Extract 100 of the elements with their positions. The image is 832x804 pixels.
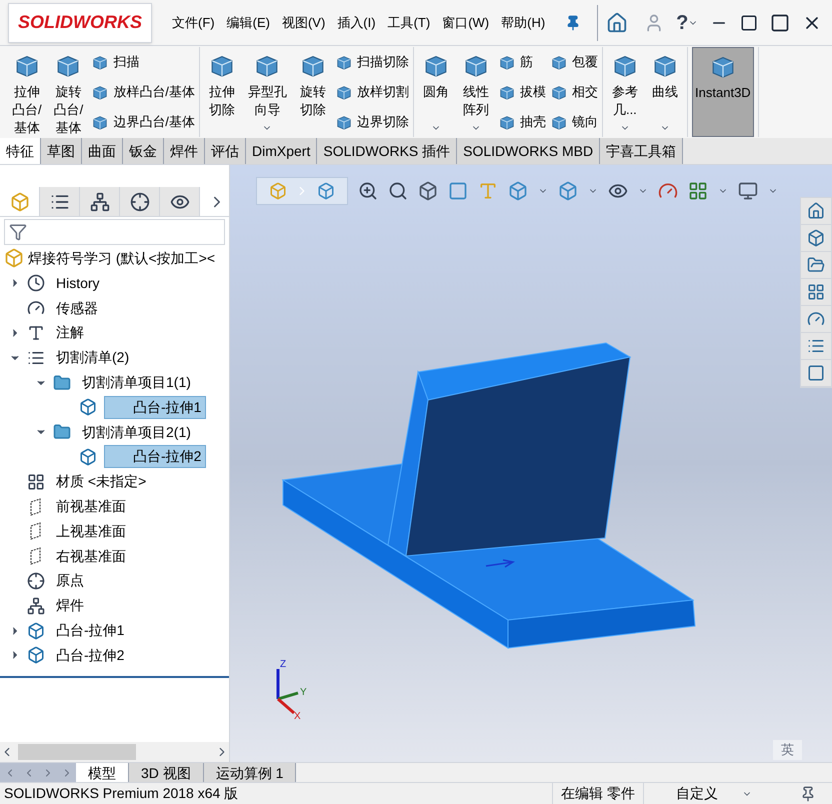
model-tab[interactable]: 3D 视图 [129,763,204,782]
ribbon-tool-button[interactable]: 异型孔 向导 [244,47,291,137]
ribbon-tool-button[interactable]: 镜向 [550,112,598,132]
maximize-icon[interactable] [770,12,790,32]
view-orientation-icon[interactable] [508,181,528,201]
command-tab[interactable]: 钣金 [123,138,164,164]
ribbon-tool-button[interactable]: 放样凸台/基体 [91,82,195,102]
menu-item[interactable]: 工具(T) [388,12,430,32]
tree-item[interactable]: 切割清单项目2(1) [78,422,195,443]
folder-icon [53,374,71,392]
command-tab[interactable]: DimXpert [246,138,318,164]
ribbon-tool-button[interactable]: 参考 几... [606,47,643,137]
tree-item[interactable]: 凸台-拉伸1 [104,396,206,419]
tree-item[interactable]: 右视基准面 [52,546,130,567]
tree-item[interactable]: 传感器 [52,298,102,319]
ribbon-tool-button[interactable]: 拉伸 凸台/ 基体 [8,47,46,137]
ribbon-tool-button[interactable]: 旋转 凸台/ 基体 [50,47,88,137]
folder-icon [53,423,71,442]
pin-icon[interactable] [565,14,582,30]
letter-icon [27,324,45,342]
3d-model-drawing[interactable] [282,342,696,649]
zoom-area-icon[interactable] [388,181,408,201]
monitor-icon[interactable] [738,181,758,201]
display-style-icon[interactable] [558,181,578,201]
menu-item[interactable]: 文件(F) [172,12,215,32]
tree-item[interactable]: 凸台-拉伸1 [52,620,128,642]
model-tab[interactable]: 运动算例 1 [204,763,296,782]
cube-icon [27,622,45,640]
scrollbar-thumb[interactable] [18,744,136,760]
tree-item[interactable]: 焊件 [52,595,88,616]
manager-tab[interactable] [80,187,120,216]
command-tab[interactable]: 宇喜工具箱 [600,138,684,164]
units-selector[interactable]: 自定义 [676,783,752,804]
cube-icon [27,646,45,664]
tree-item[interactable]: 材质 <未指定> [52,471,150,492]
cube-icon [79,398,97,416]
command-tab[interactable]: SOLIDWORKS MBD [457,138,600,164]
manager-tab[interactable] [160,187,200,216]
ribbon-tool-button[interactable]: 扫描切除 [334,52,409,72]
part-icon [4,248,24,268]
view-palette-icon[interactable] [807,283,825,301]
cube-icon [317,182,335,200]
tree-item[interactable]: 注解 [52,322,88,344]
history-icon [27,274,45,292]
ribbon-tool-button[interactable]: 包覆 [550,52,598,72]
ime-indicator[interactable]: 英 [773,740,802,760]
properties-icon[interactable] [807,337,825,355]
manager-tab[interactable] [120,187,160,216]
menu-item[interactable]: 视图(V) [282,12,326,32]
ribbon-tool-button[interactable]: 线性 阵列 [458,47,494,137]
menu-item[interactable]: 窗口(W) [442,12,490,32]
ribbon-tool-button[interactable]: 相交 [550,82,598,102]
y-axis-label: Y [300,686,307,700]
tree-item[interactable]: 凸台-拉伸2 [52,644,128,666]
graphics-viewport[interactable]: Z Y X 英 [230,165,832,762]
home-icon[interactable] [606,12,628,34]
ribbon-tool-button[interactable]: 圆角 [418,47,454,137]
ribbon-tool-button[interactable]: 扫描 [91,52,195,72]
tree-root[interactable]: 焊接符号学习 (默认<按加工>< [28,248,216,268]
axes-icon [27,572,45,590]
tree-icon [90,192,110,212]
ribbon-tool-button[interactable]: 放样切割 [334,82,409,102]
command-tab[interactable]: SOLIDWORKS 插件 [317,138,458,164]
ribbon-tool-button[interactable]: 曲线 [646,47,683,137]
help-button[interactable]: ? [676,8,688,38]
status-text: SOLIDWORKS Premium 2018 x64 版 [3,784,238,803]
crosshair-icon [130,192,150,212]
ribbon-tool-button[interactable]: 边界切除 [334,112,409,132]
menu-item[interactable]: 插入(I) [337,12,376,32]
model-tab[interactable]: 模型 [76,763,129,782]
zoom-fit-icon[interactable] [358,181,378,201]
part-icon [269,182,287,200]
command-tab[interactable]: 焊件 [164,138,205,164]
menu-item[interactable]: 编辑(E) [226,12,270,32]
ribbon-tool-button[interactable]: 拔模 [498,82,546,102]
tree-item[interactable]: 上视基准面 [52,520,130,542]
tree-item[interactable]: 前视基准面 [52,496,130,518]
status-text: 在编辑 零件 [552,783,644,804]
ribbon-tool-button[interactable]: 拉伸 切除 [204,47,240,137]
tree-item[interactable]: 凸台-拉伸2 [104,445,206,468]
menu-item[interactable]: 帮助(H) [501,12,546,32]
folder-icon[interactable] [807,256,825,274]
ribbon-tool-button[interactable]: Instant3D [692,47,754,137]
command-tab[interactable]: 特征 [0,138,41,164]
tree-item[interactable]: 原点 [52,570,88,592]
ribbon-tool-button[interactable]: 抽壳 [498,112,546,132]
ribbon-tool-button[interactable]: 旋转 切除 [294,47,331,137]
home-icon[interactable] [807,202,825,220]
ribbon-tool-button[interactable]: 筋 [498,52,546,72]
command-tab[interactable]: 草图 [41,138,82,164]
filter-field[interactable] [4,219,225,245]
tree-item[interactable]: History [52,272,104,294]
tree-item[interactable]: 切割清单(2) [52,347,134,368]
command-tab[interactable]: 曲面 [82,138,123,164]
cube-icon [79,448,97,466]
command-tab[interactable]: 评估 [205,138,246,164]
manager-tab[interactable] [40,187,80,216]
tree-item[interactable]: 切割清单项目1(1) [78,372,195,394]
ribbon-tool-button[interactable]: 边界凸台/基体 [91,112,195,132]
breadcrumb[interactable] [256,177,348,205]
